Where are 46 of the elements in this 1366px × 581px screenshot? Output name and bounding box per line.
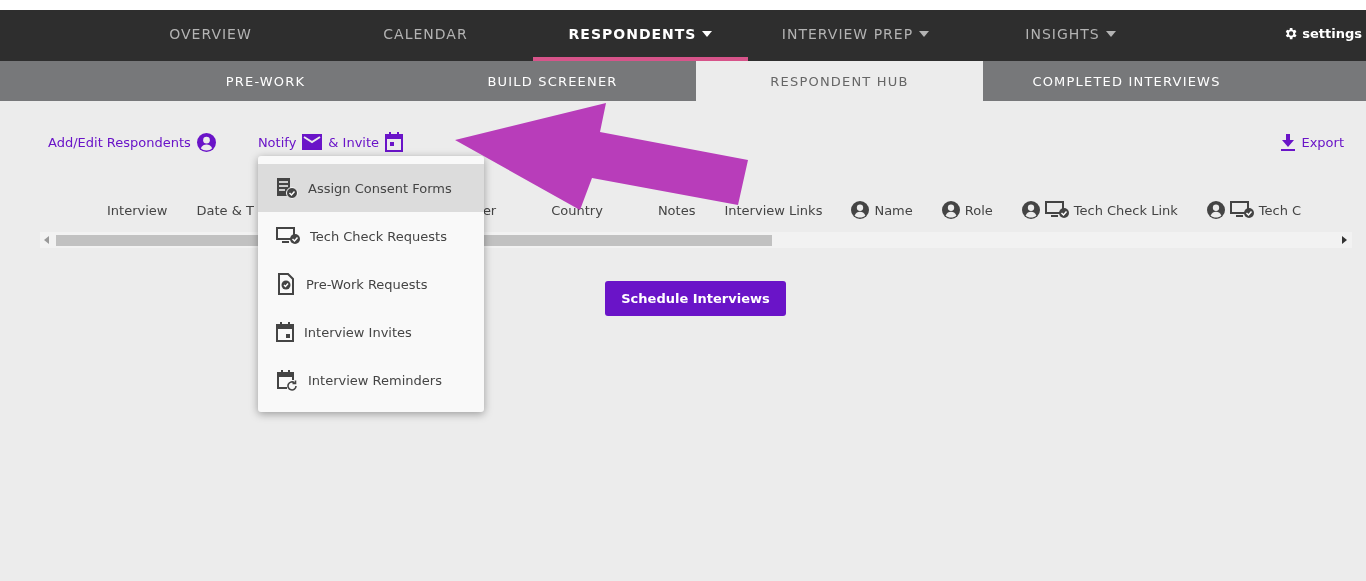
column-header: Role	[964, 202, 993, 218]
monitor-check-icon	[1229, 201, 1254, 219]
calendar-refresh-icon	[276, 369, 298, 391]
nav-tab[interactable]: CALENDAR	[318, 10, 533, 61]
column-header: Date & T	[196, 202, 254, 218]
menu-item[interactable]: Tech Check Requests	[258, 212, 484, 260]
sub-tab[interactable]: RESPONDENT HUB	[696, 61, 983, 101]
list-check-icon	[276, 177, 298, 199]
column-header: Interview	[107, 202, 168, 218]
envelope-icon	[302, 134, 323, 150]
nav-tab[interactable]: INSIGHTS	[963, 10, 1178, 61]
settings-link[interactable]: settings	[1283, 26, 1362, 41]
document-check-icon	[276, 273, 296, 295]
person-icon	[941, 201, 960, 219]
monitor-check-icon	[276, 227, 300, 245]
schedule-interviews-button[interactable]: Schedule Interviews	[605, 281, 786, 316]
gear-icon	[1283, 26, 1299, 41]
scroll-left-icon	[44, 236, 50, 244]
menu-item[interactable]: Pre-Work Requests	[258, 260, 484, 308]
add-edit-respondents-link[interactable]: Add/Edit Respondents	[48, 132, 216, 152]
person-icon	[196, 132, 216, 152]
column-header: Name	[874, 202, 913, 218]
export-link[interactable]: Export	[1281, 133, 1344, 151]
column-header: Country	[551, 202, 603, 218]
person-icon	[1021, 201, 1040, 219]
nav-tab[interactable]: INTERVIEW PREP	[748, 10, 963, 61]
sub-tab[interactable]: BUILD SCREENER	[409, 61, 696, 101]
monitor-check-icon	[1044, 201, 1069, 219]
menu-item[interactable]: Assign Consent Forms	[258, 164, 484, 212]
calendar-icon	[385, 132, 404, 152]
calendar-icon	[276, 322, 294, 342]
column-header: Interview Links	[724, 202, 823, 218]
column-header: Notes	[657, 202, 696, 218]
scroll-right-icon	[1341, 236, 1347, 244]
person-icon	[1206, 201, 1225, 219]
person-icon	[851, 201, 870, 219]
menu-item[interactable]: Interview Invites	[258, 308, 484, 356]
menu-item[interactable]: Interview Reminders	[258, 356, 484, 404]
column-header: Tech Check Link	[1073, 202, 1178, 218]
column-header: Tech C	[1258, 202, 1302, 218]
sub-tab[interactable]: COMPLETED INTERVIEWS	[983, 61, 1270, 101]
column-header: er	[482, 202, 497, 218]
nav-tab[interactable]: OVERVIEW	[103, 10, 318, 61]
notify-invite-link[interactable]: Notify & Invite	[257, 132, 404, 152]
download-icon	[1281, 133, 1296, 151]
sub-tab[interactable]: PRE-WORK	[122, 61, 409, 101]
